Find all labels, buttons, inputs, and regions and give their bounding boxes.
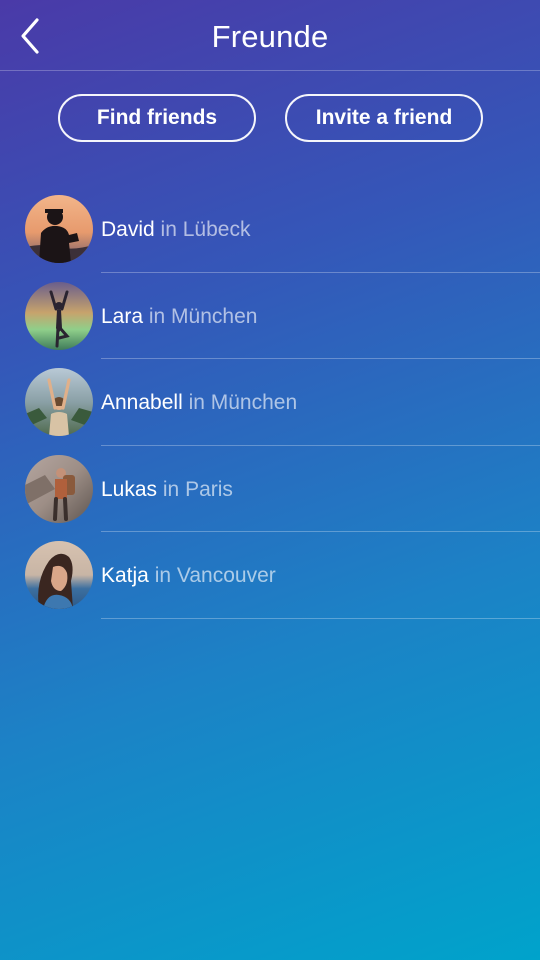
friend-name: David bbox=[101, 218, 155, 241]
friend-row-katja[interactable]: Katja in Vancouver bbox=[0, 532, 540, 619]
friend-name: Lukas bbox=[101, 477, 158, 501]
friend-row-lukas[interactable]: Lukas in Paris bbox=[0, 446, 540, 533]
friend-name: Katja bbox=[101, 564, 149, 587]
friend-location: in München bbox=[188, 391, 298, 414]
invite-friend-button[interactable]: Invite a friend bbox=[285, 94, 483, 142]
friend-label: Katja in Vancouver bbox=[101, 532, 276, 619]
find-friends-button[interactable]: Find friends bbox=[58, 94, 256, 142]
friend-location: in Paris bbox=[162, 477, 233, 501]
nav-header: Freunde bbox=[0, 0, 540, 71]
friend-label: Lukas in Paris bbox=[101, 446, 233, 533]
friend-row-annabell[interactable]: Annabell in München bbox=[0, 359, 540, 446]
avatar bbox=[25, 281, 93, 350]
friend-label: Lara in München bbox=[101, 273, 257, 360]
friend-row-david[interactable]: David in Lübeck bbox=[0, 186, 540, 273]
friend-location: in Lübeck bbox=[160, 218, 251, 241]
avatar bbox=[25, 195, 93, 263]
friend-list: David in Lübeck Lara in München Annabell… bbox=[0, 186, 540, 619]
page-title: Freunde bbox=[211, 19, 329, 54]
avatar bbox=[25, 454, 93, 523]
friend-label: Annabell in München bbox=[101, 359, 297, 446]
friend-row-lara[interactable]: Lara in München bbox=[0, 273, 540, 360]
friend-location: in Vancouver bbox=[154, 564, 276, 587]
friend-location: in München bbox=[148, 304, 258, 328]
friend-name: Annabell bbox=[101, 391, 183, 414]
friend-label: David in Lübeck bbox=[101, 186, 250, 273]
row-divider bbox=[101, 617, 540, 619]
avatar bbox=[25, 541, 93, 609]
friend-name: Lara bbox=[101, 304, 144, 328]
avatar bbox=[25, 368, 93, 436]
